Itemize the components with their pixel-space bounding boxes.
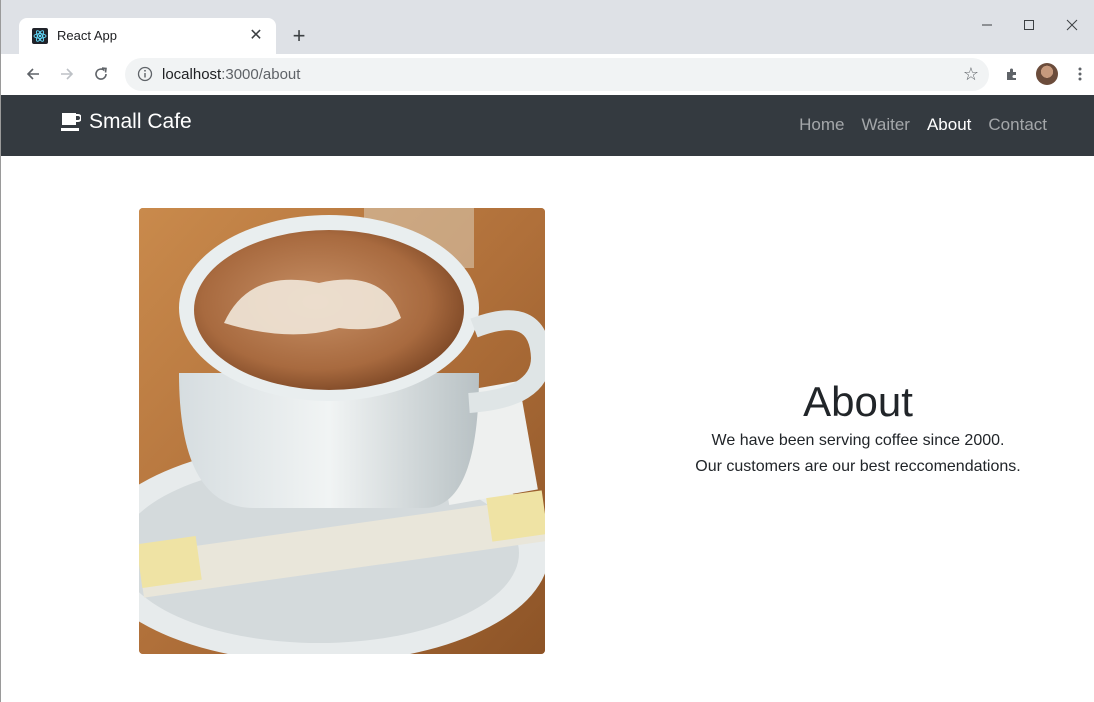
reload-icon[interactable] bbox=[89, 62, 113, 86]
avatar[interactable] bbox=[1035, 62, 1059, 86]
react-favicon-icon bbox=[32, 28, 48, 44]
address-bar[interactable]: localhost:3000/about ☆ bbox=[125, 58, 989, 91]
info-icon[interactable] bbox=[137, 66, 153, 82]
nav-link-contact[interactable]: Contact bbox=[988, 115, 1047, 135]
about-section: About We have been serving coffee since … bbox=[661, 376, 1055, 480]
browser-tab[interactable]: React App ✕ bbox=[19, 18, 276, 54]
close-icon[interactable]: ✕ bbox=[246, 26, 266, 46]
nav-link-about[interactable]: About bbox=[927, 115, 971, 135]
brand-link[interactable]: Small Cafe bbox=[61, 110, 192, 134]
more-icon[interactable] bbox=[1068, 62, 1092, 86]
star-icon[interactable]: ☆ bbox=[963, 64, 979, 85]
plus-icon[interactable]: + bbox=[287, 24, 311, 48]
nav-links: Home Waiter About Contact bbox=[799, 115, 1047, 135]
about-title: About bbox=[803, 378, 913, 425]
coffee-cup-icon bbox=[61, 111, 82, 133]
url-path: :3000/about bbox=[221, 66, 301, 83]
forward-icon[interactable] bbox=[55, 62, 79, 86]
app-navbar: Small Cafe Home Waiter About Contact bbox=[1, 95, 1094, 156]
back-icon[interactable] bbox=[21, 62, 45, 86]
maximize-icon[interactable] bbox=[1006, 10, 1052, 40]
coffee-photo bbox=[139, 208, 545, 654]
tab-title: React App bbox=[57, 28, 117, 43]
about-line-2: Our customers are our best reccomendatio… bbox=[695, 458, 1021, 475]
browser-window: React App ✕ + localhost:3000/about ☆ Sma… bbox=[0, 0, 1094, 702]
tab-strip: React App ✕ + bbox=[1, 0, 1094, 54]
about-line-1: We have been serving coffee since 2000. bbox=[711, 432, 1005, 449]
url-text[interactable]: localhost:3000/about bbox=[162, 66, 300, 83]
nav-link-waiter[interactable]: Waiter bbox=[861, 115, 910, 135]
brand-text: Small Cafe bbox=[89, 110, 192, 133]
minimize-icon[interactable] bbox=[964, 10, 1010, 40]
browser-toolbar: localhost:3000/about ☆ bbox=[1, 54, 1094, 95]
nav-link-home[interactable]: Home bbox=[799, 115, 844, 135]
window-close-icon[interactable] bbox=[1049, 10, 1094, 40]
extensions-icon[interactable] bbox=[1000, 62, 1024, 86]
url-host: localhost bbox=[162, 66, 222, 83]
